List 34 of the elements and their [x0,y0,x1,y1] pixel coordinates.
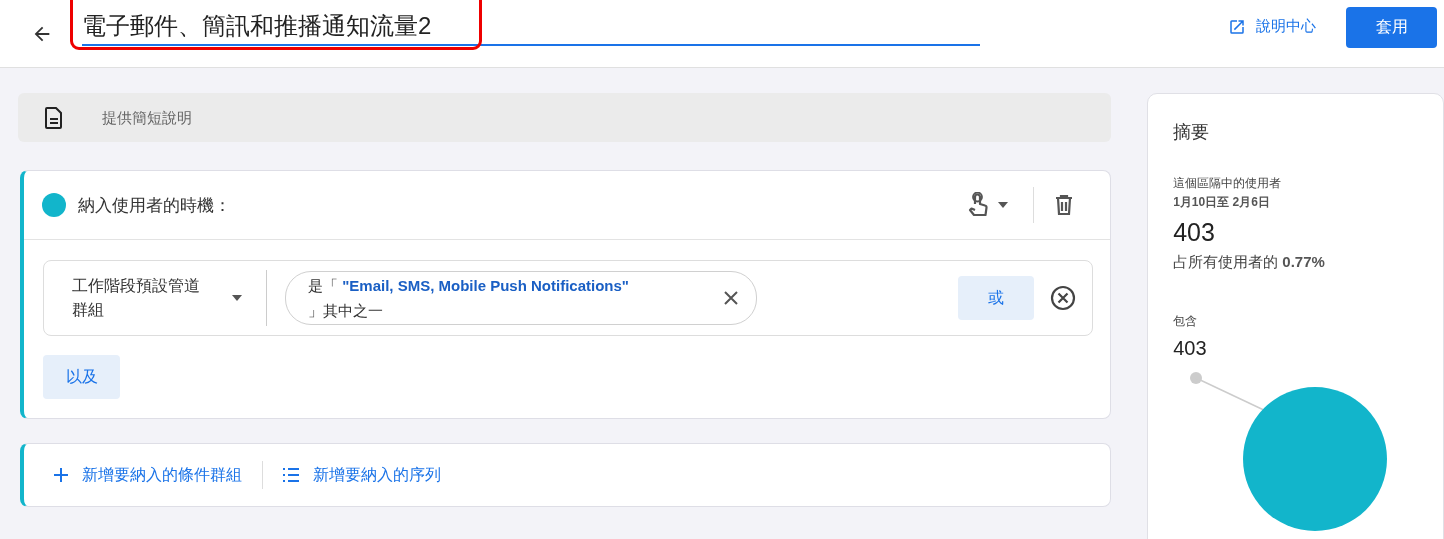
description-input[interactable]: 提供簡短說明 [100,108,504,127]
list-icon [283,468,299,482]
hand-pointer-icon [967,192,990,218]
add-sequence-button[interactable]: 新增要納入的序列 [283,464,441,486]
card-title: 納入使用者的時機： [78,194,231,217]
caret-icon [997,201,1010,209]
condition-value: "Email, SMS, Mobile Push Notifications" [342,277,629,294]
users-count: 403 [1173,218,1216,247]
document-icon [44,106,64,129]
includes-label: 包含 [1173,313,1199,330]
close-icon[interactable] [724,291,738,305]
apply-button[interactable]: 套用 [1346,6,1437,48]
add-sequence-label: 新增要納入的序列 [313,464,441,485]
users-share: 占所有使用者的 0.77% [1173,253,1326,272]
and-button[interactable]: 以及 [43,355,120,399]
condition-chip[interactable]: 是「 "Email, SMS, Mobile Push Notifications" 」其中之一 [285,271,757,325]
help-center-link[interactable]: 說明中心 [1228,17,1316,36]
delete-icon[interactable] [1054,194,1075,216]
dimension-dropdown[interactable]: 工作階段預設管道群組 [72,274,242,322]
remove-icon[interactable] [1050,285,1077,311]
plus-icon [54,468,68,482]
help-center-label: 說明中心 [1256,17,1316,36]
description-field[interactable]: 提供簡短說明 [18,93,1112,142]
add-group-label: 新增要納入的條件群組 [82,464,242,485]
caret-icon [232,295,242,301]
or-button[interactable]: 或 [958,276,1035,320]
external-link-icon [1228,17,1246,36]
add-group-button[interactable]: 新增要納入的條件群組 [54,464,242,486]
summary-title: 摘要 [1173,121,1211,144]
date-range: 1月10日至 2月6日 [1173,194,1271,211]
condition-suffix: 」其中之一 [308,302,383,319]
condition-prefix: 是「 [308,277,338,294]
includes-count: 403 [1173,337,1208,360]
users-label: 這個區隔中的使用者 [1173,175,1283,192]
